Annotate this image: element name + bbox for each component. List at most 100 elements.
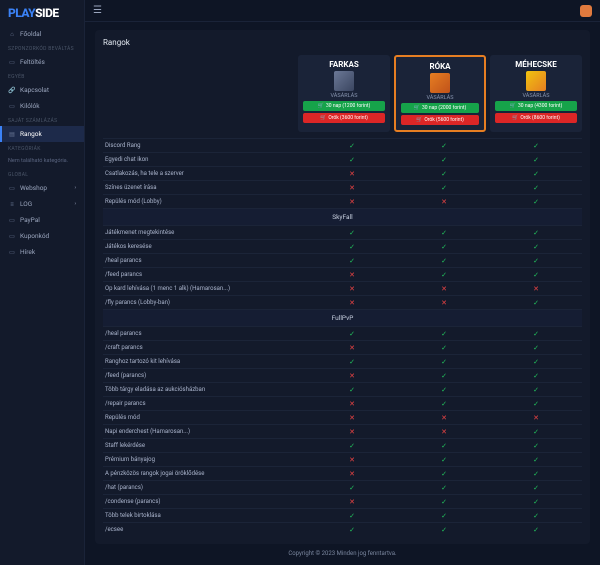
feature-row: Több telek birtoklása✓✓✓: [103, 508, 582, 522]
nav-kuponkod[interactable]: ▭Kuponkód: [0, 228, 84, 244]
rank-sub: VÁSÁRLÁS: [303, 93, 385, 99]
feature-label: /fly parancs (Lobby-ban): [103, 296, 306, 309]
buy-30d-button[interactable]: 🛒30 nap (2000 forint): [401, 103, 479, 113]
feature-cell: ✕: [306, 470, 398, 478]
check-icon: ✓: [533, 198, 539, 206]
logo[interactable]: PLAYSIDE: [0, 0, 84, 26]
feature-cell: ✓: [490, 257, 582, 265]
rank-name: RÓKA: [401, 62, 479, 71]
feature-cell: ✓: [490, 358, 582, 366]
check-icon: ✓: [349, 512, 355, 520]
feature-label: /repair parancs: [103, 397, 306, 410]
feature-cell: ✓: [398, 271, 490, 279]
check-icon: ✓: [441, 400, 447, 408]
feature-cell: ✕: [398, 285, 490, 293]
feature-row: Játékos keresése✓✓✓: [103, 239, 582, 253]
check-icon: ✓: [533, 271, 539, 279]
check-icon: ✓: [441, 512, 447, 520]
feature-cell: ✕: [306, 184, 398, 192]
feature-row: Discord Rang✓✓✓: [103, 138, 582, 152]
feature-cell: ✓: [398, 170, 490, 178]
rank-sub: VÁSÁRLÁS: [495, 93, 577, 99]
check-icon: ✓: [349, 156, 355, 164]
feature-row: /heal parancs✓✓✓: [103, 326, 582, 340]
check-icon: ✓: [349, 243, 355, 251]
feature-cell: ✕: [398, 198, 490, 206]
feature-cell: ✓: [490, 470, 582, 478]
feature-cell: ✕: [306, 414, 398, 422]
feature-cell: ✓: [490, 484, 582, 492]
feature-cell: ✓: [398, 484, 490, 492]
news-icon: ▭: [8, 248, 16, 256]
home-icon: ⌂: [8, 30, 16, 38]
feature-label: A pénzközös rangok jogai öröklődése: [103, 467, 306, 480]
feature-label: /craft parancs: [103, 341, 306, 354]
nav-kilolok[interactable]: ▭Kilólók: [0, 98, 84, 114]
feature-label: Op kard lehívása (1 menc 1 alk) (Hamaros…: [103, 282, 306, 295]
feature-cell: ✕: [306, 498, 398, 506]
check-icon: ✓: [441, 372, 447, 380]
check-icon: ✓: [441, 243, 447, 251]
nav-empty: Nem található kategória.: [0, 154, 84, 168]
feature-row: A pénzközös rangok jogai öröklődése✕✓✓: [103, 466, 582, 480]
feature-cell: ✓: [306, 257, 398, 265]
check-icon: ✓: [441, 344, 447, 352]
buy-forever-button[interactable]: 🛒Örök (8600 forint): [495, 113, 577, 123]
check-icon: ✓: [441, 184, 447, 192]
feature-row: Op kard lehívása (1 menc 1 alk) (Hamaros…: [103, 281, 582, 295]
rank-image: [526, 71, 546, 91]
check-icon: ✓: [533, 442, 539, 450]
rank-name: FARKAS: [303, 60, 385, 69]
feature-cell: ✕: [306, 344, 398, 352]
buy-forever-button[interactable]: 🛒Örök (5600 forint): [401, 115, 479, 125]
feature-row: Ranghoz tartozó kit lehívása✓✓✓: [103, 354, 582, 368]
link-icon: 🔗: [8, 86, 16, 94]
check-icon: ✓: [441, 456, 447, 464]
check-icon: ✓: [441, 526, 447, 534]
feature-cell: ✕: [490, 414, 582, 422]
nav-section: SAJÁT SZÁMLÁZÁS: [0, 114, 84, 126]
check-icon: ✓: [533, 484, 539, 492]
check-icon: ✓: [441, 142, 447, 150]
wallet-icon: ▭: [8, 102, 16, 110]
nav-log[interactable]: ≡LOG›: [0, 196, 84, 212]
nav-hirek[interactable]: ▭Hírek: [0, 244, 84, 260]
feature-label: Repülés mód: [103, 411, 306, 424]
feature-cell: ✕: [306, 372, 398, 380]
cart-icon: 🛒: [416, 117, 422, 123]
cross-icon: ✕: [441, 428, 447, 436]
cross-icon: ✕: [441, 285, 447, 293]
feature-cell: ✕: [306, 170, 398, 178]
log-icon: ≡: [8, 200, 16, 208]
feature-cell: ✓: [490, 442, 582, 450]
feature-cell: ✓: [306, 386, 398, 394]
buy-30d-button[interactable]: 🛒30 nap (1200 forint): [303, 101, 385, 111]
feature-cell: ✕: [306, 271, 398, 279]
cross-icon: ✕: [533, 414, 539, 422]
nav-paypal[interactable]: ▭PayPal: [0, 212, 84, 228]
feature-row: /feed (parancs)✕✓✓: [103, 368, 582, 382]
hamburger-icon[interactable]: ☰: [93, 5, 102, 16]
nav-feltoltes[interactable]: ▭Feltöltés: [0, 54, 84, 70]
cart-icon: 🛒: [512, 115, 518, 121]
cart-icon: 🛒: [320, 115, 326, 121]
feature-row: /heal parancs✓✓✓: [103, 253, 582, 267]
buy-30d-button[interactable]: 🛒30 nap (4300 forint): [495, 101, 577, 111]
rank-icon: ▤: [8, 130, 16, 138]
nav-kapcsolat[interactable]: 🔗Kapcsolat: [0, 82, 84, 98]
check-icon: ✓: [533, 170, 539, 178]
feature-cell: ✓: [398, 142, 490, 150]
feature-cell: ✓: [490, 498, 582, 506]
feature-cell: ✓: [306, 229, 398, 237]
avatar[interactable]: [580, 5, 592, 17]
check-icon: ✓: [533, 372, 539, 380]
nav-home[interactable]: ⌂Főoldal: [0, 26, 84, 42]
check-icon: ✓: [533, 358, 539, 366]
check-icon: ✓: [441, 257, 447, 265]
buy-forever-button[interactable]: 🛒Örök (3600 forint): [303, 113, 385, 123]
check-icon: ✓: [441, 386, 447, 394]
nav-rangok[interactable]: ▤Rangok: [0, 126, 84, 142]
check-icon: ✓: [533, 512, 539, 520]
nav-webshop[interactable]: ▭Webshop›: [0, 180, 84, 196]
feature-row: /repair parancs✕✓✓: [103, 396, 582, 410]
